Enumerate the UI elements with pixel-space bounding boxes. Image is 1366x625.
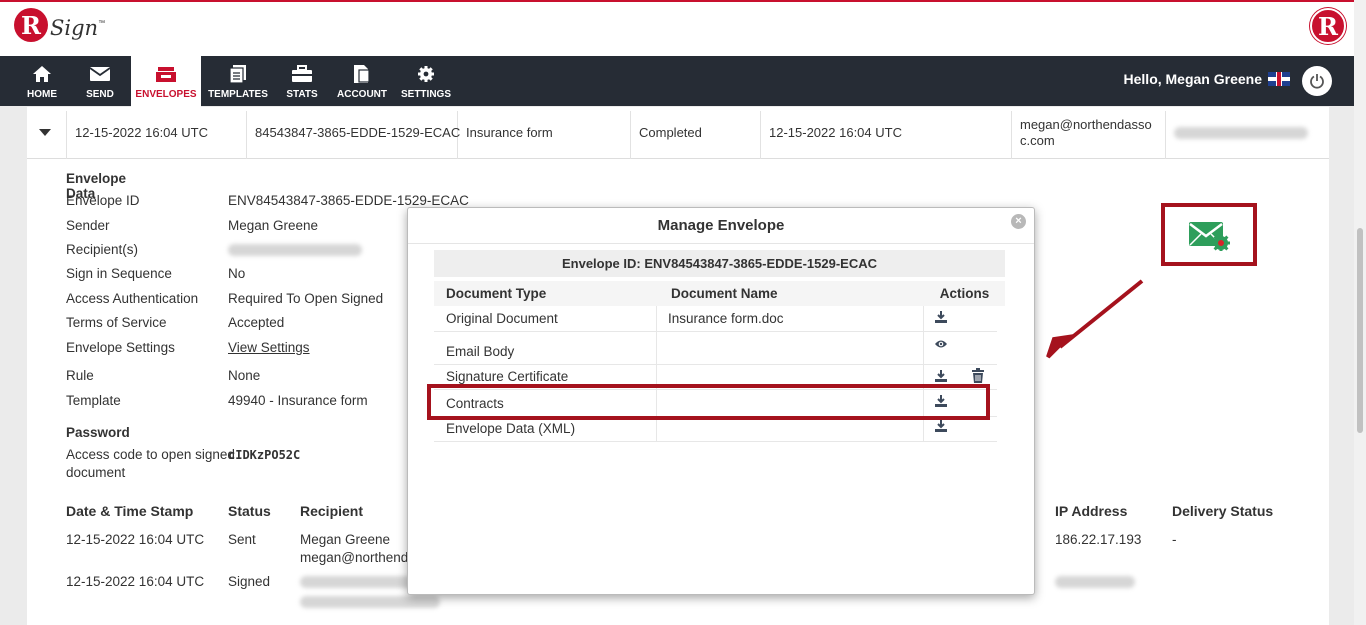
main-nav: HOME SEND ENVELOPES TEMPLATES STATS ACCO… xyxy=(0,56,1354,107)
nav-account-label: ACCOUNT xyxy=(337,88,387,100)
briefcase-icon xyxy=(291,63,313,85)
label-sign-in-sequence: Sign in Sequence xyxy=(66,266,172,281)
value-access-authentication: Required To Open Signed xyxy=(228,291,384,306)
manage-envelope-button[interactable] xyxy=(1161,203,1257,266)
manage-envelope-icon xyxy=(1189,221,1230,251)
doc-row-email-body: Email Body xyxy=(434,332,997,365)
col-document-type: Document Type xyxy=(434,281,659,306)
nav-envelopes-label: ENVELOPES xyxy=(135,89,197,100)
cell-envelope-id: 84543847-3865-EDDE-1529-ECAC xyxy=(247,111,460,159)
logo-text: Sign xyxy=(50,16,99,40)
history-row1-recipient: Megan Greene xyxy=(300,532,391,547)
brand-logo-icon: R xyxy=(1310,8,1346,44)
history-col-date: Date & Time Stamp xyxy=(66,503,194,519)
rsign-logo[interactable]: R Sign ™ xyxy=(14,8,105,42)
nav-envelopes[interactable]: ENVELOPES xyxy=(131,56,201,107)
contracts-highlight-box xyxy=(427,384,990,420)
access-code-label-2: document xyxy=(66,465,126,480)
access-code-label: Access code to open signed xyxy=(66,447,235,462)
label-template: Template xyxy=(66,393,121,408)
history-row1-ip: 186.22.17.193 xyxy=(1055,532,1142,547)
caret-down-icon xyxy=(39,129,51,136)
nav-home[interactable]: HOME xyxy=(16,56,68,106)
label-terms-of-service: Terms of Service xyxy=(66,315,167,330)
history-col-ip: IP Address xyxy=(1055,503,1128,519)
value-envelope-id: ENV84543847-3865-EDDE-1529-ECAC xyxy=(228,193,469,208)
template-icon xyxy=(229,63,247,85)
nav-stats[interactable]: STATS xyxy=(280,56,324,106)
history-row1-recipient-email: megan@northenda xyxy=(300,550,416,565)
mail-icon xyxy=(89,63,111,85)
annotation-arrow xyxy=(1046,279,1144,359)
history-row2-date: 12-15-2022 16:04 UTC xyxy=(66,574,205,589)
label-sender: Sender xyxy=(66,218,110,233)
access-code-value: cIDKzPO52C xyxy=(228,448,301,462)
history-row1-status: Sent xyxy=(228,532,256,547)
history-row2-status: Signed xyxy=(228,574,271,589)
cell-subject: Insurance form xyxy=(458,111,631,159)
col-document-name: Document Name xyxy=(659,281,924,306)
cell-completed-date: 12-15-2022 16:04 UTC xyxy=(761,111,1012,159)
account-icon xyxy=(353,63,371,85)
scrollbar-thumb[interactable] xyxy=(1357,228,1363,433)
nav-send[interactable]: SEND xyxy=(78,56,122,106)
col-actions: Actions xyxy=(924,281,1005,306)
history-row1-date: 12-15-2022 16:04 UTC xyxy=(66,532,205,547)
modal-title: Manage Envelope xyxy=(408,208,1034,244)
history-row2-email-blurred xyxy=(300,596,440,611)
value-terms-of-service: Accepted xyxy=(228,315,285,330)
nav-settings[interactable]: SETTINGS xyxy=(400,56,452,106)
doc-row-envelope-data-xml: Envelope Data (XML) xyxy=(434,417,997,442)
nav-home-label: HOME xyxy=(27,88,57,100)
nav-send-label: SEND xyxy=(86,88,114,100)
logout-power-icon[interactable] xyxy=(1302,66,1332,96)
history-col-status: Status xyxy=(228,503,271,519)
modal-envelope-id: Envelope ID: ENV84543847-3865-EDDE-1529-… xyxy=(434,250,1005,277)
value-sign-in-sequence: No xyxy=(228,266,246,281)
value-rule: None xyxy=(228,368,261,383)
logo-tm: ™ xyxy=(98,19,106,27)
doc-row-original: Original Document Insurance form.doc xyxy=(434,306,997,332)
view-settings-link[interactable]: View Settings xyxy=(228,340,310,355)
history-col-recipient: Recipient xyxy=(300,503,364,519)
value-recipients-blurred xyxy=(228,244,362,259)
home-icon xyxy=(32,63,52,85)
cell-status: Completed xyxy=(631,111,761,159)
nav-templates-label: TEMPLATES xyxy=(208,88,268,100)
eye-icon[interactable] xyxy=(934,338,948,353)
nav-stats-label: STATS xyxy=(286,88,318,100)
password-heading: Password xyxy=(66,425,130,440)
close-icon[interactable]: × xyxy=(1011,214,1026,229)
download-icon[interactable] xyxy=(934,310,948,327)
label-envelope-id: Envelope ID xyxy=(66,193,140,208)
history-row2-ip-blurred xyxy=(1055,576,1135,591)
nav-settings-label: SETTINGS xyxy=(400,88,451,100)
value-template: 49940 - Insurance form xyxy=(228,393,368,408)
gear-icon xyxy=(417,63,435,85)
top-bar: R Sign ™ R xyxy=(0,0,1354,56)
nav-account[interactable]: ACCOUNT xyxy=(334,56,390,106)
page-scrollbar[interactable] xyxy=(1354,0,1366,625)
history-row1-delivery: - xyxy=(1172,532,1177,547)
user-greeting[interactable]: Hello, Megan Greene xyxy=(1124,71,1290,87)
label-recipients: Recipient(s) xyxy=(66,242,139,257)
cell-sent-date: 12-15-2022 16:04 UTC xyxy=(67,111,247,159)
envelope-table-row[interactable]: 12-15-2022 16:04 UTC 84543847-3865-EDDE-… xyxy=(27,111,1329,159)
greeting-text: Hello, Megan Greene xyxy=(1123,71,1262,87)
expand-toggle[interactable] xyxy=(27,111,67,159)
nav-templates[interactable]: TEMPLATES xyxy=(206,56,270,106)
doc-type: Envelope Data (XML) xyxy=(446,421,576,436)
inbox-icon xyxy=(155,63,177,85)
history-row2-recipient-blurred xyxy=(300,576,420,591)
download-icon[interactable] xyxy=(934,419,948,436)
label-envelope-settings: Envelope Settings xyxy=(66,340,175,355)
history-col-delivery: Delivery Status xyxy=(1172,503,1274,519)
label-rule: Rule xyxy=(66,368,94,383)
cell-recipient-email-blurred xyxy=(1166,111,1329,159)
logo-letter: R xyxy=(14,8,48,42)
label-access-authentication: Access Authentication xyxy=(66,291,199,306)
uk-flag-icon[interactable] xyxy=(1268,72,1290,86)
cell-sender-email: megan@northendassoc.com xyxy=(1012,111,1166,159)
value-sender: Megan Greene xyxy=(228,218,319,233)
